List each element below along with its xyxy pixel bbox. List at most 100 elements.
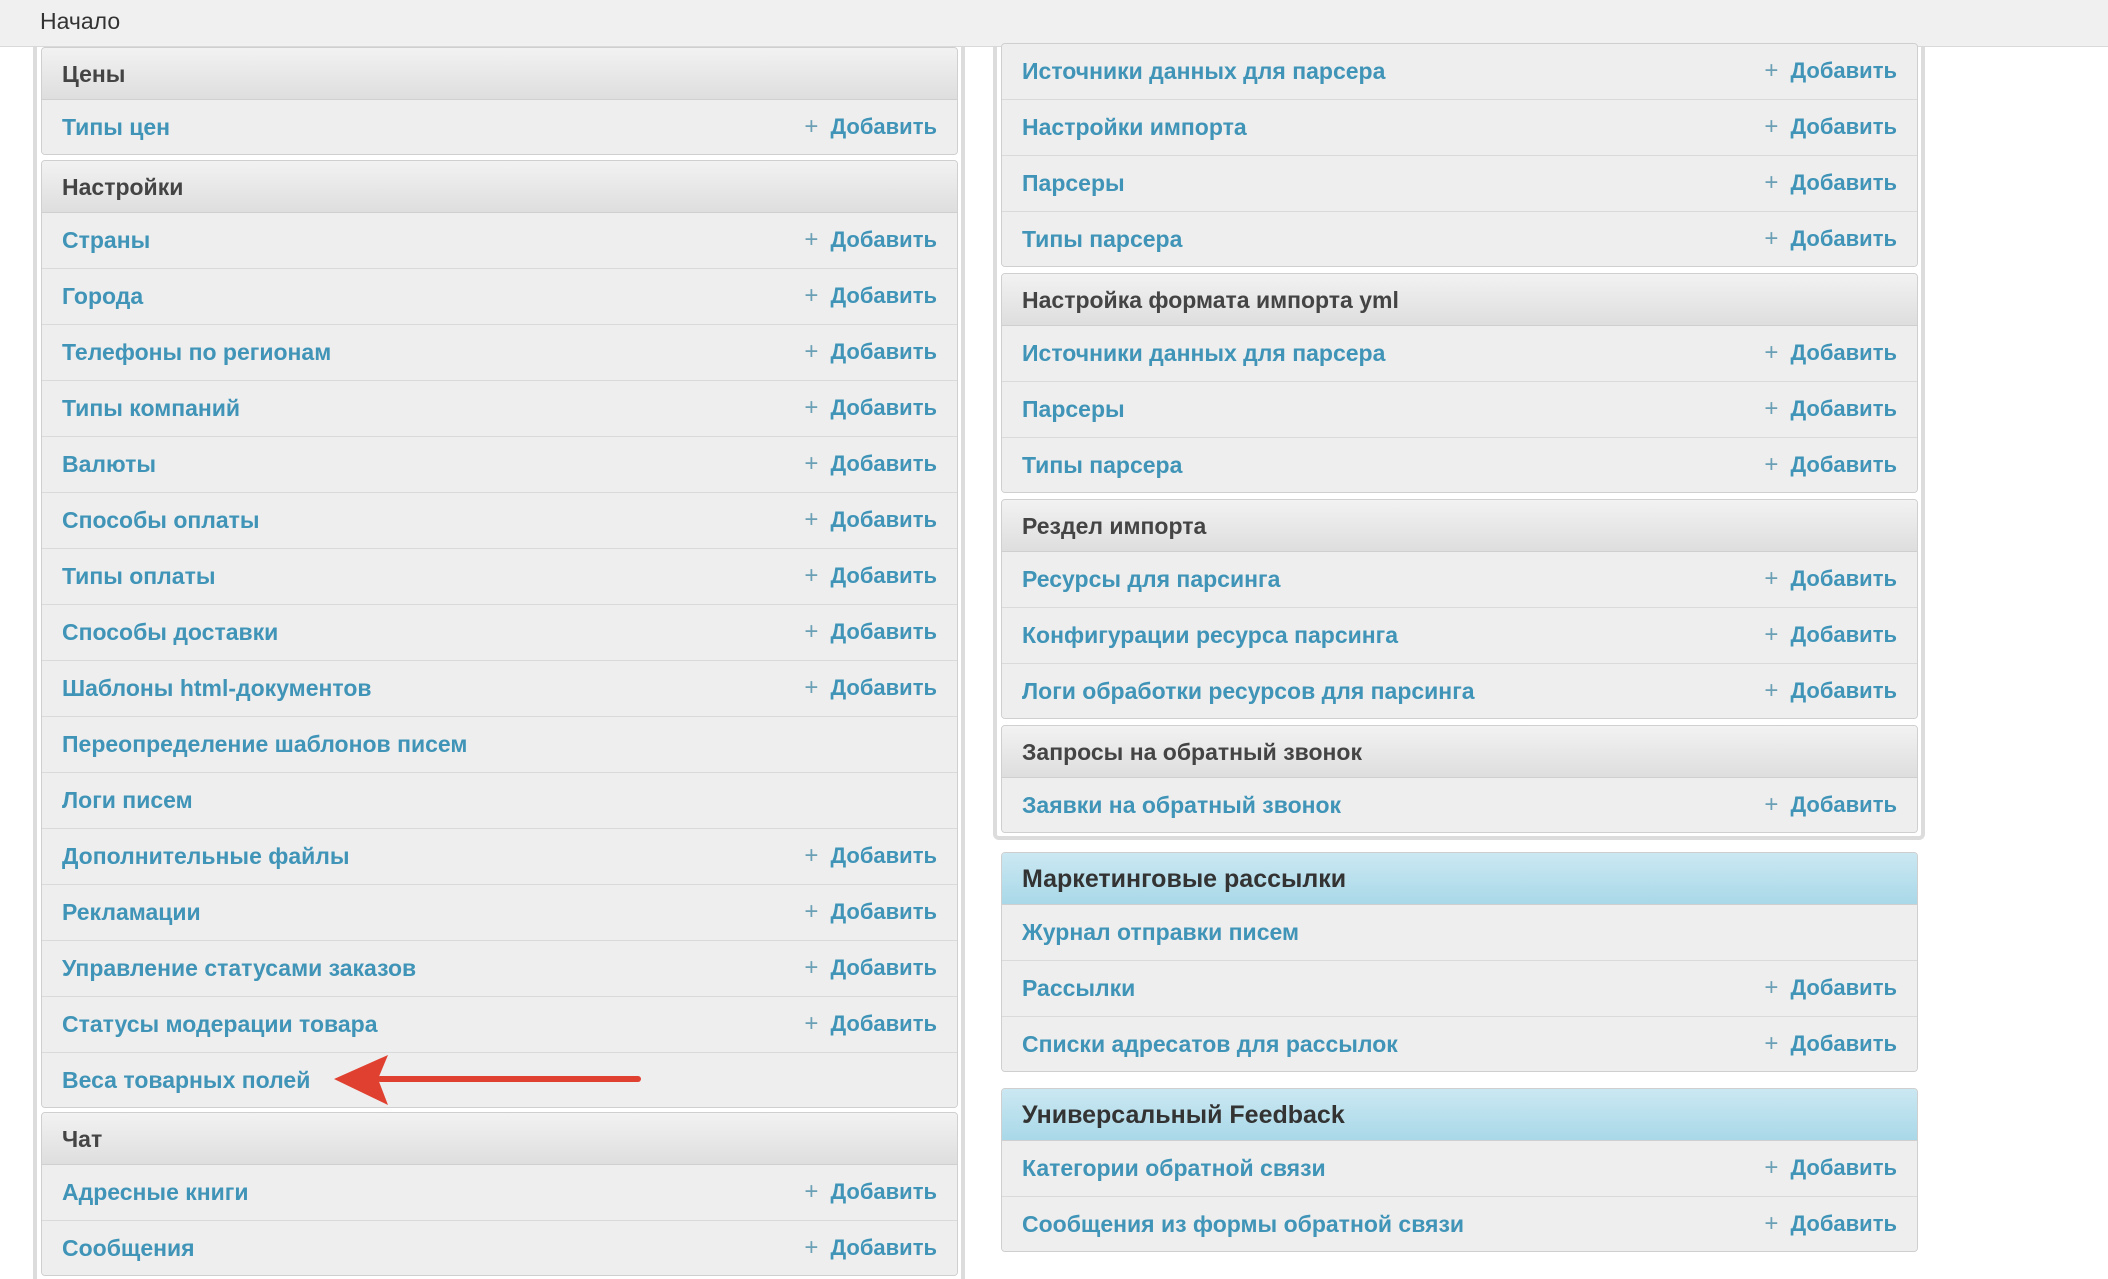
add-link[interactable]: + Добавить	[804, 1165, 937, 1219]
module-link[interactable]: Списки адресатов для рассылок	[1022, 1017, 1398, 1071]
add-link[interactable]: + Добавить	[1764, 961, 1897, 1015]
breadcrumb[interactable]: Начало	[40, 8, 120, 34]
add-link[interactable]: + Добавить	[1764, 608, 1897, 662]
plus-icon: +	[1764, 169, 1779, 196]
module-link[interactable]: Типы оплаты	[62, 549, 216, 603]
right-module-4: Маркетинговые рассылки Журнал отправки пи…	[1001, 852, 1918, 1072]
add-link[interactable]: + Добавить	[804, 605, 937, 659]
module-title[interactable]: Универсальный Feedback	[1022, 1089, 1345, 1141]
add-link[interactable]: + Добавить	[804, 549, 937, 603]
module-link[interactable]: Страны	[62, 213, 150, 267]
module-title[interactable]: Цены	[62, 48, 125, 100]
add-link[interactable]: + Добавить	[1764, 382, 1897, 436]
add-link[interactable]: + Добавить	[804, 885, 937, 939]
add-label: Добавить	[1790, 566, 1897, 591]
module-link[interactable]: Заявки на обратный звонок	[1022, 778, 1341, 832]
add-link[interactable]: + Добавить	[804, 381, 937, 435]
add-link[interactable]: + Добавить	[804, 997, 937, 1051]
module-link[interactable]: Валюты	[62, 437, 156, 491]
plus-icon: +	[1764, 395, 1779, 422]
add-link[interactable]: + Добавить	[804, 493, 937, 547]
module-row: Статусы модерации товара + Добавить	[42, 997, 957, 1053]
right-module-3: Запросы на обратный звонок Заявки на обра…	[1001, 725, 1918, 833]
add-link[interactable]: + Добавить	[1764, 1017, 1897, 1071]
add-link[interactable]: + Добавить	[804, 437, 937, 491]
module-header: Маркетинговые рассылки	[1002, 853, 1917, 905]
add-link[interactable]: + Добавить	[1764, 212, 1897, 266]
add-link[interactable]: + Добавить	[1764, 778, 1897, 832]
add-link[interactable]: + Добавить	[1764, 44, 1897, 98]
add-link[interactable]: + Добавить	[1764, 552, 1897, 606]
add-label: Добавить	[1790, 1155, 1897, 1180]
add-link[interactable]: + Добавить	[1764, 1141, 1897, 1195]
module-link[interactable]: Источники данных для парсера	[1022, 326, 1385, 380]
add-link[interactable]: + Добавить	[1764, 100, 1897, 154]
module-link[interactable]: Телефоны по регионам	[62, 325, 331, 379]
module-link[interactable]: Логи обработки ресурсов для парсинга	[1022, 664, 1475, 718]
module-link[interactable]: Города	[62, 269, 143, 323]
module-link[interactable]: Веса товарных полей	[62, 1053, 310, 1107]
module-link[interactable]: Конфигурации ресурса парсинга	[1022, 608, 1398, 662]
add-link[interactable]: + Добавить	[1764, 438, 1897, 492]
add-link[interactable]: + Добавить	[804, 941, 937, 995]
add-label: Добавить	[830, 843, 937, 868]
add-label: Добавить	[830, 1235, 937, 1260]
plus-icon: +	[804, 562, 819, 589]
module-link[interactable]: Дополнительные файлы	[62, 829, 350, 883]
module-link[interactable]: Ресурсы для парсинга	[1022, 552, 1280, 606]
module-link[interactable]: Парсеры	[1022, 382, 1125, 436]
module-row: Логи обработки ресурсов для парсинга + Доб…	[1002, 664, 1917, 718]
plus-icon: +	[804, 394, 819, 421]
module-link[interactable]: Типы парсера	[1022, 438, 1182, 492]
module-link[interactable]: Сообщения из формы обратной связи	[1022, 1197, 1464, 1251]
add-link[interactable]: + Добавить	[804, 213, 937, 267]
add-label: Добавить	[830, 955, 937, 980]
module-link[interactable]: Журнал отправки писем	[1022, 905, 1299, 959]
add-link[interactable]: + Добавить	[1764, 156, 1897, 210]
left-module-1: Настройки Страны + Добавить Города + Добавить Т…	[41, 160, 958, 1108]
module-link[interactable]: Сообщения	[62, 1221, 195, 1275]
module-title[interactable]: Рездел импорта	[1022, 500, 1206, 552]
add-label: Добавить	[1790, 1211, 1897, 1236]
module-link[interactable]: Настройки импорта	[1022, 100, 1247, 154]
module-row: Переопределение шаблонов писем	[42, 717, 957, 773]
module-link[interactable]: Типы парсера	[1022, 212, 1182, 266]
module-title[interactable]: Маркетинговые рассылки	[1022, 853, 1346, 905]
module-link[interactable]: Адресные книги	[62, 1165, 249, 1219]
module-link[interactable]: Способы доставки	[62, 605, 278, 659]
module-link[interactable]: Шаблоны html-документов	[62, 661, 372, 715]
module-link[interactable]: Источники данных для парсера	[1022, 44, 1385, 98]
add-link[interactable]: + Добавить	[1764, 664, 1897, 718]
add-link[interactable]: + Добавить	[804, 325, 937, 379]
module-link[interactable]: Типы цен	[62, 100, 170, 154]
plus-icon: +	[804, 226, 819, 253]
add-label: Добавить	[1790, 975, 1897, 1000]
add-link[interactable]: + Добавить	[804, 1221, 937, 1275]
module-link[interactable]: Переопределение шаблонов писем	[62, 717, 467, 771]
add-link[interactable]: + Добавить	[804, 661, 937, 715]
plus-icon: +	[804, 842, 819, 869]
module-header: Цены	[42, 48, 957, 100]
module-title[interactable]: Настройка формата импорта yml	[1022, 274, 1399, 326]
module-link[interactable]: Статусы модерации товара	[62, 997, 378, 1051]
add-label: Добавить	[830, 563, 937, 588]
add-link[interactable]: + Добавить	[1764, 1197, 1897, 1251]
module-link[interactable]: Рекламации	[62, 885, 201, 939]
add-link[interactable]: + Добавить	[804, 100, 937, 154]
add-link[interactable]: + Добавить	[1764, 326, 1897, 380]
module-link[interactable]: Логи писем	[62, 773, 193, 827]
module-link[interactable]: Типы компаний	[62, 381, 240, 435]
module-title[interactable]: Чат	[62, 1113, 102, 1165]
module-link[interactable]: Управление статусами заказов	[62, 941, 416, 995]
module-row: Сообщения + Добавить	[42, 1221, 957, 1275]
right-module-0: Источники данных для парсера + Добавить Нас…	[1001, 43, 1918, 267]
module-title[interactable]: Настройки	[62, 161, 183, 213]
add-link[interactable]: + Добавить	[804, 269, 937, 323]
module-title[interactable]: Запросы на обратный звонок	[1022, 726, 1362, 778]
module-link[interactable]: Категории обратной связи	[1022, 1141, 1326, 1195]
module-link[interactable]: Рассылки	[1022, 961, 1135, 1015]
module-link[interactable]: Способы оплаты	[62, 493, 260, 547]
module-link[interactable]: Парсеры	[1022, 156, 1125, 210]
module-row: Заявки на обратный звонок + Добавить	[1002, 778, 1917, 832]
add-link[interactable]: + Добавить	[804, 829, 937, 883]
